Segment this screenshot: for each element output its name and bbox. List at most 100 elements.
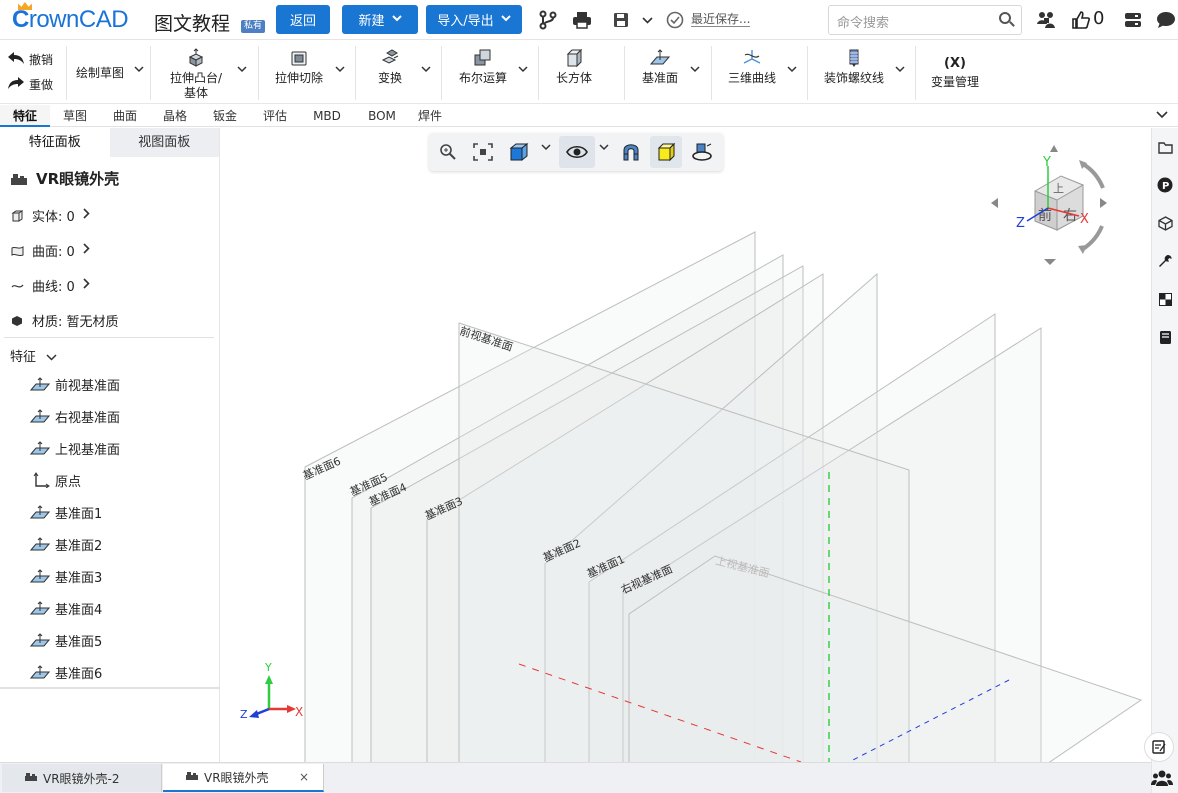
branch-icon[interactable] [536, 8, 560, 32]
server-icon[interactable] [1121, 8, 1145, 32]
tab-bom[interactable]: BOM [354, 105, 410, 127]
sketch-button[interactable]: 绘制草图 [70, 44, 130, 102]
surfaces-count[interactable]: 曲面: 0 [10, 241, 90, 260]
solids-count[interactable]: 实体: 0 [10, 206, 90, 225]
print-icon[interactable] [570, 8, 594, 32]
feature-plane-3[interactable]: 基准面3 [30, 560, 120, 592]
doc-tab-vr-2[interactable]: VR眼镜外壳-2 [2, 764, 162, 792]
back-button[interactable]: 返回 [276, 5, 330, 34]
chevron-down-icon[interactable] [787, 65, 797, 76]
feature-plane-2[interactable]: 基准面2 [30, 528, 120, 560]
cosmetic-thread-button[interactable]: 装饰螺纹线 [816, 44, 892, 102]
features-header[interactable]: 特征 [10, 346, 57, 365]
tab-feature-panel[interactable]: 特征面板 [0, 128, 110, 157]
chevron-down-icon[interactable] [690, 65, 700, 76]
command-search-input[interactable]: 命令搜索 [828, 5, 1022, 35]
3d-viewport[interactable]: 前视基准面 基准面6 基准面5 基准面4 基准面3 基准面2 基准面1 右视基准… [221, 128, 1151, 762]
datum-plane-button[interactable]: 基准面 [632, 44, 688, 102]
search-icon[interactable] [999, 12, 1011, 24]
chat-icon[interactable] [1154, 8, 1178, 32]
chevron-down-icon[interactable] [599, 144, 609, 154]
save-status[interactable]: 最近保存... [691, 12, 751, 27]
view-cube[interactable]: 前 右 上 Y X Z [991, 145, 1107, 265]
material[interactable]: 材质: 暂无材质 [10, 311, 119, 330]
zoom-fit-icon[interactable] [467, 136, 499, 168]
doc-tab-vr[interactable]: VR眼镜外壳 × [163, 764, 324, 792]
rotate-left-arrow[interactable] [991, 198, 998, 208]
sketch-label: 绘制草图 [75, 66, 124, 80]
rotate-up-arrow[interactable] [1050, 145, 1058, 152]
tab-feature[interactable]: 特征 [0, 104, 50, 127]
close-icon[interactable]: × [299, 770, 309, 784]
boolean-button[interactable]: 布尔运算 [450, 44, 516, 102]
extrude-boss-button[interactable]: 拉伸凸台/ 基体 [160, 44, 232, 102]
tab-evaluate[interactable]: 评估 [250, 105, 300, 127]
tab-mbd[interactable]: MBD [300, 105, 354, 127]
feature-plane-6[interactable]: 基准面6 [30, 656, 120, 688]
feature-front-plane[interactable]: 前视基准面 [30, 368, 120, 400]
collaborators-icon[interactable] [1150, 766, 1174, 790]
cube-y-label: Y [1042, 155, 1051, 170]
zoom-icon[interactable] [432, 136, 464, 168]
tab-lattice[interactable]: 晶格 [150, 105, 200, 127]
view-orientation-cube-icon[interactable] [503, 136, 535, 168]
box-button[interactable]: 长方体 [548, 44, 600, 102]
roll-cw-arrow[interactable] [1081, 162, 1105, 189]
folder-icon[interactable] [1157, 139, 1173, 155]
extrude-cut-button[interactable]: 拉伸切除 [266, 44, 332, 102]
visibility-eye-icon[interactable] [559, 136, 595, 168]
chevron-down-icon[interactable] [1156, 109, 1168, 122]
feature-plane-1[interactable]: 基准面1 [30, 496, 120, 528]
wrench-icon[interactable] [1157, 253, 1173, 269]
rotate-right-arrow[interactable] [1100, 198, 1107, 208]
feature-origin[interactable]: 原点 [30, 464, 120, 496]
tab-weldment[interactable]: 焊件 [410, 105, 450, 127]
thumbs-up-icon[interactable] [1069, 8, 1093, 32]
display-style-icon[interactable] [650, 136, 682, 168]
import-export-button[interactable]: 导入/导出 [426, 5, 522, 34]
chevron-down-icon[interactable] [421, 65, 431, 76]
axis-triad: Y X Z [240, 661, 303, 721]
plane-icon [30, 537, 50, 551]
chevron-down-icon[interactable] [237, 65, 247, 76]
rotate-down-arrow[interactable] [1044, 259, 1056, 265]
chevron-down-icon[interactable] [638, 8, 656, 32]
appearance-icon[interactable] [1157, 215, 1173, 231]
ribbon-separator [624, 46, 625, 100]
surfaces-label: 曲面: 0 [32, 245, 75, 260]
variable-manager-button[interactable]: (X) 变量管理 [924, 44, 986, 102]
feature-right-plane[interactable]: 右视基准面 [30, 400, 120, 432]
feature-plane-5[interactable]: 基准面5 [30, 624, 120, 656]
section-view-icon[interactable] [615, 136, 647, 168]
curve-3d-button[interactable]: 三维曲线 [720, 44, 784, 102]
model-name[interactable]: VR眼镜外壳 [10, 168, 119, 189]
tab-surface[interactable]: 曲面 [100, 105, 150, 127]
tab-view-panel[interactable]: 视图面板 [109, 128, 219, 157]
tab-sheet-metal[interactable]: 钣金 [200, 105, 250, 127]
redo-button[interactable]: 重做 [7, 72, 62, 97]
render-settings-icon[interactable] [686, 136, 718, 168]
chevron-down-icon[interactable] [518, 65, 528, 76]
curves-count[interactable]: 曲线: 0 [10, 276, 90, 295]
share-users-icon[interactable] [1034, 8, 1058, 32]
chevron-down-icon[interactable] [335, 65, 345, 76]
undo-button[interactable]: 撤销 [7, 47, 62, 72]
parameter-icon[interactable]: P [1157, 177, 1173, 193]
chevron-down-icon [500, 14, 511, 25]
book-icon[interactable] [1157, 329, 1173, 345]
transform-button[interactable]: 变换 [364, 44, 416, 102]
save-icon[interactable] [609, 8, 633, 32]
chevron-down-icon[interactable] [134, 65, 144, 76]
document-title[interactable]: 图文教程 [154, 9, 230, 36]
tab-sketch[interactable]: 草图 [50, 105, 100, 127]
scene-canvas[interactable]: 前视基准面 基准面6 基准面5 基准面4 基准面3 基准面2 基准面1 右视基准… [221, 128, 1151, 762]
feature-top-plane[interactable]: 上视基准面 [30, 432, 120, 464]
notes-icon[interactable] [1144, 732, 1174, 762]
new-button[interactable]: 新建 [342, 5, 418, 34]
chevron-down-icon[interactable] [895, 65, 905, 76]
chevron-right-icon [83, 208, 90, 223]
feature-plane-4[interactable]: 基准面4 [30, 592, 120, 624]
chevron-down-icon[interactable] [541, 144, 551, 154]
checker-icon[interactable] [1157, 291, 1173, 307]
crowncad-logo[interactable]: CrownCAD [12, 2, 129, 34]
